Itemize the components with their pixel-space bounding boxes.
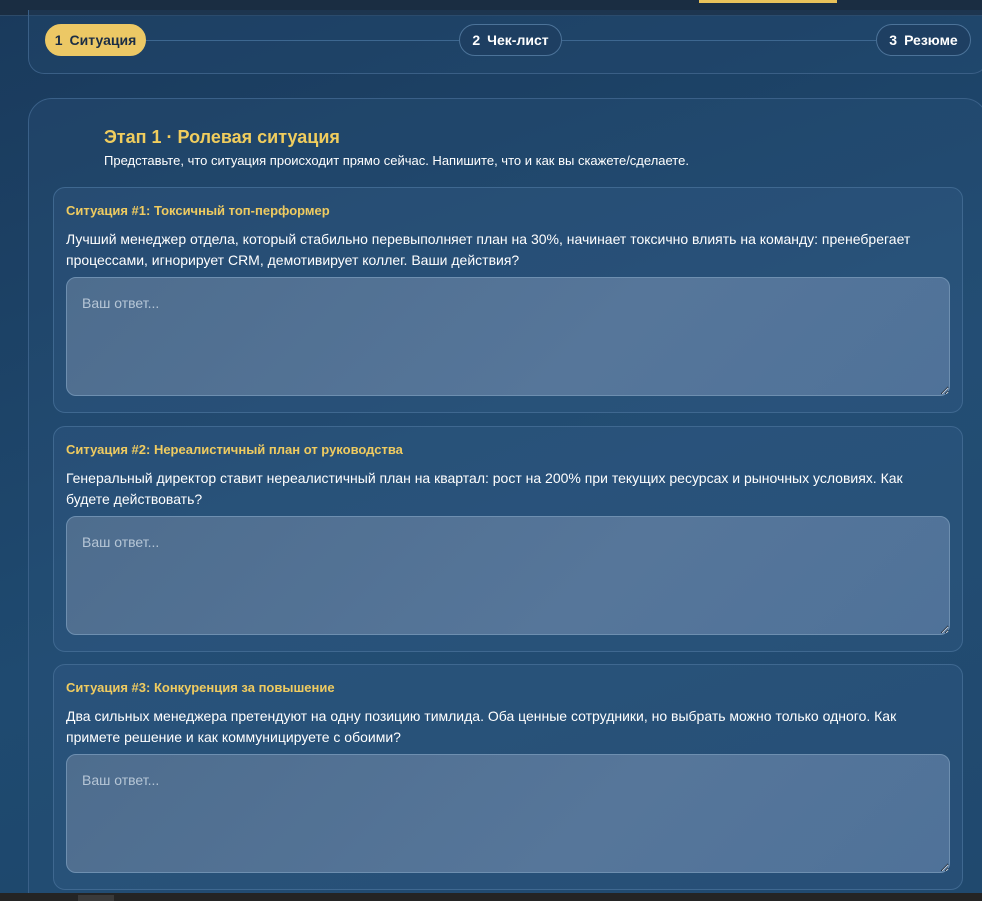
step-label: Чек-лист (487, 32, 549, 48)
step-checklist[interactable]: 2 Чек-лист (459, 24, 562, 56)
situation-card-1: Ситуация #1: Токсичный топ-перформер Луч… (53, 187, 963, 413)
page: 1 Ситуация 2 Чек-лист 3 Резюме Этап 1 · … (0, 0, 982, 901)
situation-title: Ситуация #2: Нереалистичный план от руко… (66, 442, 403, 457)
answer-input-2[interactable] (66, 516, 950, 635)
situation-card-3: Ситуация #3: Конкуренция за повышение Дв… (53, 664, 963, 890)
step-number: 2 (472, 32, 481, 48)
top-accent-bar (699, 0, 837, 3)
step-label: Ситуация (69, 32, 137, 48)
step-label: Резюме (904, 32, 958, 48)
stage-title: Этап 1 · Ролевая ситуация (104, 127, 340, 147)
situation-text: Генеральный директор ставит нереалистичн… (66, 470, 903, 507)
situation-title: Ситуация #3: Конкуренция за повышение (66, 680, 335, 695)
step-situation[interactable]: 1 Ситуация (45, 24, 146, 56)
situation-text: Два сильных менеджера претендуют на одну… (66, 708, 897, 745)
answer-input-3[interactable] (66, 754, 950, 873)
step-resume[interactable]: 3 Резюме (876, 24, 971, 56)
stepper-connector (562, 40, 876, 41)
situation-text: Лучший менеджер отдела, который стабильн… (66, 231, 911, 268)
answer-input-1[interactable] (66, 277, 950, 396)
step-number: 1 (54, 32, 63, 48)
situation-card-2: Ситуация #2: Нереалистичный план от руко… (53, 426, 963, 652)
stage-subtitle: Представьте, что ситуация происходит пря… (104, 153, 689, 168)
step-number: 3 (889, 32, 898, 48)
bottom-bar (0, 893, 982, 901)
bottom-tab (78, 895, 114, 901)
situation-title: Ситуация #1: Токсичный топ-перформер (66, 203, 330, 218)
stepper-connector (146, 40, 459, 41)
